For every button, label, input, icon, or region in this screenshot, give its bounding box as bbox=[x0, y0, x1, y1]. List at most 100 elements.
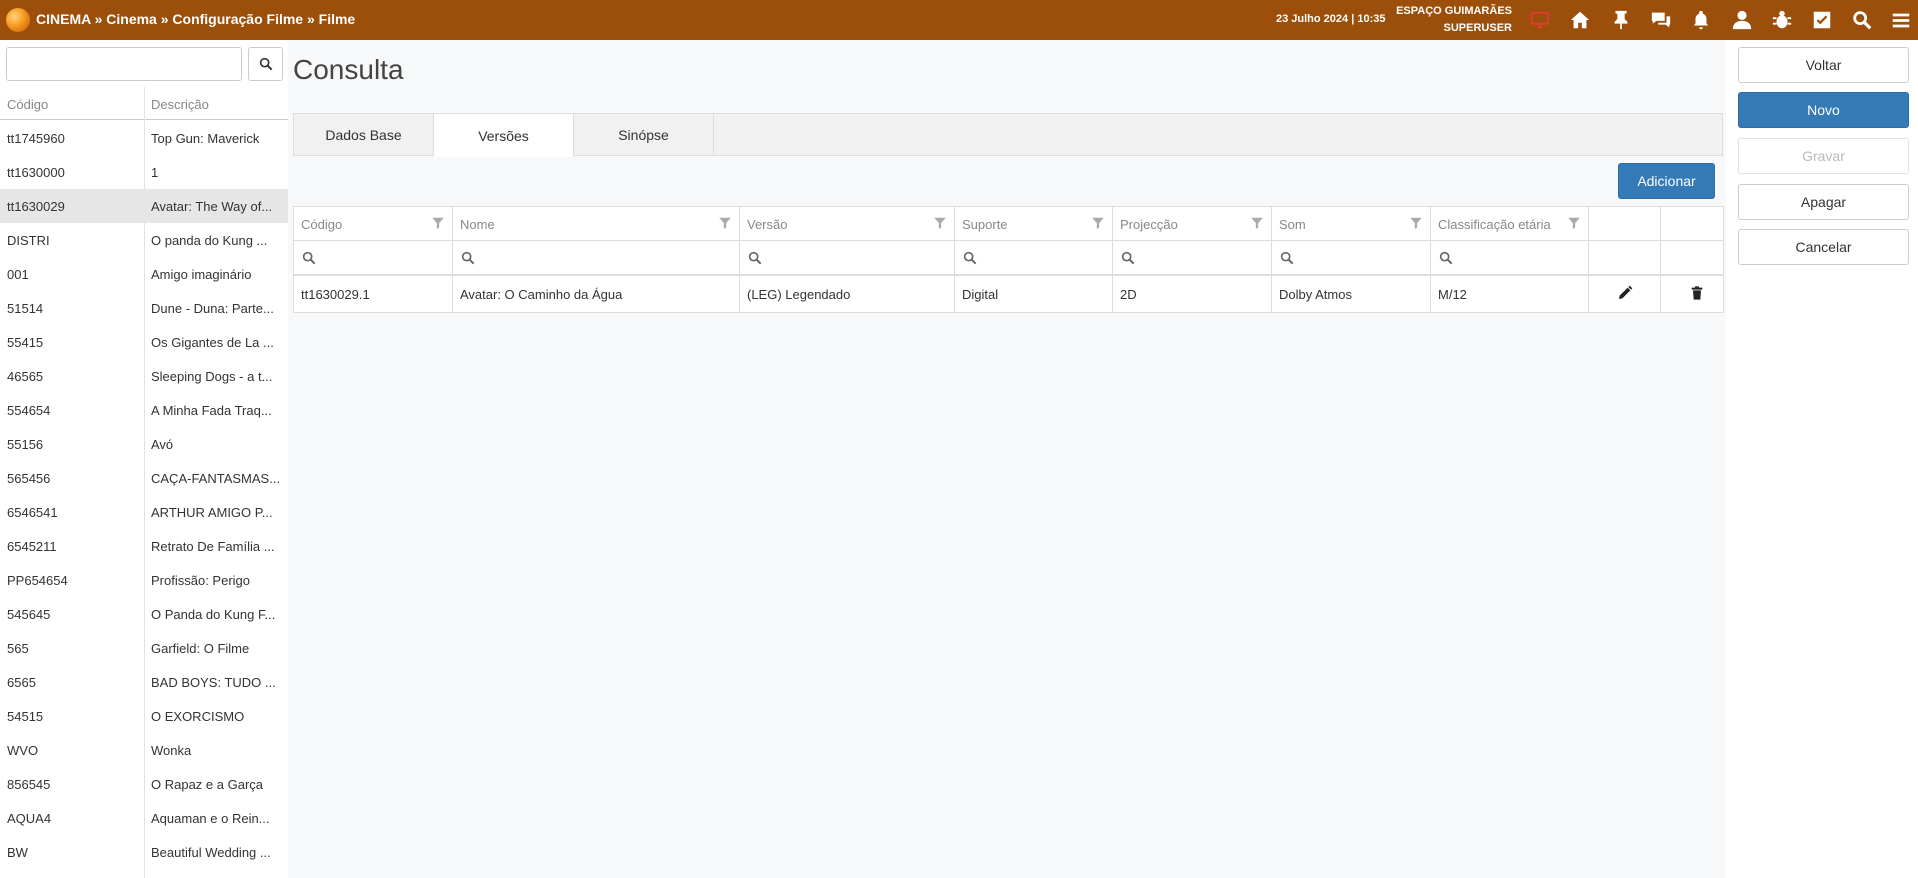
bell-icon[interactable] bbox=[1688, 7, 1714, 33]
list-item-description: Aquaman e o Rein... bbox=[151, 811, 270, 826]
filter-cell-som[interactable] bbox=[1272, 241, 1431, 274]
novo-button[interactable]: Novo bbox=[1738, 92, 1909, 128]
filter-icon[interactable] bbox=[933, 216, 947, 230]
list-item[interactable]: 54515 O EXORCISMO bbox=[0, 699, 288, 733]
monitor-icon[interactable] bbox=[1527, 7, 1553, 33]
user-icon[interactable] bbox=[1729, 7, 1755, 33]
home-icon[interactable] bbox=[1567, 7, 1593, 33]
table-cell-value: Dolby Atmos bbox=[1279, 287, 1352, 302]
list-item[interactable]: AQUA4 Aquaman e o Rein... bbox=[0, 801, 288, 835]
list-item-code: DISTRI bbox=[7, 233, 50, 248]
tab-dados-base[interactable]: Dados Base bbox=[294, 114, 434, 156]
list-item[interactable]: 565 Garfield: O Filme bbox=[0, 631, 288, 665]
list-item[interactable]: PP654654 Profissão: Perigo bbox=[0, 563, 288, 597]
list-item[interactable]: 001 Amigo imaginário bbox=[0, 257, 288, 291]
table-cell-value: M/12 bbox=[1438, 287, 1467, 302]
table-cell-value: Digital bbox=[962, 287, 999, 302]
apagar-button[interactable]: Apagar bbox=[1738, 184, 1909, 220]
delete-cell bbox=[1661, 276, 1733, 312]
tab-versoes[interactable]: Versões bbox=[434, 114, 574, 157]
list-item[interactable]: tt1630000 1 bbox=[0, 155, 288, 189]
table-cell-value: tt1630029.1 bbox=[301, 287, 370, 302]
list-item[interactable]: 51514 Dune - Duna: Parte... bbox=[0, 291, 288, 325]
column-header-som[interactable]: Som bbox=[1272, 207, 1431, 240]
list-item-code: 54515 bbox=[7, 709, 44, 724]
column-header-label: Projecção bbox=[1120, 217, 1178, 232]
trash-icon[interactable] bbox=[1689, 285, 1705, 301]
list-item[interactable]: 554654 A Minha Fada Traq... bbox=[0, 393, 288, 427]
page-title: Consulta bbox=[293, 54, 404, 85]
list-item[interactable]: 6546541 ARTHUR AMIGO P... bbox=[0, 495, 288, 529]
column-header-versao[interactable]: Versão bbox=[740, 207, 955, 240]
column-header-projeccao[interactable]: Projecção bbox=[1113, 207, 1272, 240]
film-list: tt1745960 Top Gun: Maverick tt1630000 1 tt16… bbox=[0, 121, 288, 869]
table-cell-value: (LEG) Legendado bbox=[747, 287, 851, 302]
list-item[interactable]: 856545 O Rapaz e a Garça bbox=[0, 767, 288, 801]
list-item[interactable]: 55156 Avó bbox=[0, 427, 288, 461]
app-logo-icon[interactable] bbox=[6, 8, 30, 32]
list-item-description: Beautiful Wedding ... bbox=[151, 845, 271, 860]
user-info[interactable]: ESPAÇO GUIMARÃES SUPERUSER bbox=[1380, 3, 1512, 37]
column-header-code[interactable]: Código bbox=[7, 97, 48, 112]
filter-icon[interactable] bbox=[1409, 216, 1423, 230]
filter-icon[interactable] bbox=[1567, 216, 1581, 230]
checkbox-icon[interactable] bbox=[1809, 7, 1835, 33]
column-header-nome[interactable]: Nome bbox=[453, 207, 740, 240]
cancelar-button[interactable]: Cancelar bbox=[1738, 229, 1909, 265]
datetime: 23 Julho 2024 | 10:35 bbox=[1276, 13, 1386, 25]
search-icon bbox=[1438, 250, 1454, 266]
list-search-input[interactable] bbox=[6, 47, 242, 81]
list-item-code: 554654 bbox=[7, 403, 51, 418]
list-item[interactable]: 545645 O Panda do Kung F... bbox=[0, 597, 288, 631]
list-item[interactable]: DISTRI O panda do Kung ... bbox=[0, 223, 288, 257]
list-item[interactable]: 565456 CAÇA-FANTASMAS... bbox=[0, 461, 288, 495]
filter-icon[interactable] bbox=[718, 216, 732, 230]
column-header-classificacao-etaria[interactable]: Classificação etária bbox=[1431, 207, 1589, 240]
column-header-label: Código bbox=[301, 217, 343, 232]
filter-cell-action bbox=[1661, 241, 1733, 274]
add-version-button[interactable]: Adicionar bbox=[1618, 163, 1715, 199]
filter-cell-suporte[interactable] bbox=[955, 241, 1113, 274]
column-header-action bbox=[1589, 207, 1661, 240]
column-header-codigo[interactable]: Código bbox=[294, 207, 453, 240]
filter-icon[interactable] bbox=[1091, 216, 1105, 230]
list-item-description: O panda do Kung ... bbox=[151, 233, 268, 248]
list-item[interactable]: 55415 Os Gigantes de La ... bbox=[0, 325, 288, 359]
menu-icon[interactable] bbox=[1888, 7, 1914, 33]
breadcrumb[interactable]: CINEMA » Cinema » Configuração Filme » F… bbox=[36, 11, 355, 27]
list-item[interactable]: 6565 BAD BOYS: TUDO ... bbox=[0, 665, 288, 699]
table-row[interactable]: tt1630029.1 Avatar: O Caminho da Água (LEG… bbox=[294, 276, 1723, 312]
voltar-button[interactable]: Voltar bbox=[1738, 47, 1909, 83]
list-item[interactable]: WVO Wonka bbox=[0, 733, 288, 767]
list-item[interactable]: tt1745960 Top Gun: Maverick bbox=[0, 121, 288, 155]
top-bar: CINEMA » Cinema » Configuração Filme » F… bbox=[0, 0, 1918, 40]
filter-icon[interactable] bbox=[431, 216, 445, 230]
search-icon bbox=[301, 250, 317, 266]
tab-sinopse[interactable]: Sinópse bbox=[574, 114, 714, 156]
pin-icon[interactable] bbox=[1608, 7, 1634, 33]
list-item[interactable]: 6545211 Retrato De Família ... bbox=[0, 529, 288, 563]
list-item-description: Sleeping Dogs - a t... bbox=[151, 369, 273, 384]
versions-table: Código Nome Versão Suporte Projecção Som Class… bbox=[293, 206, 1724, 313]
list-search-button[interactable] bbox=[248, 47, 283, 81]
column-header-suporte[interactable]: Suporte bbox=[955, 207, 1113, 240]
filter-cell-versao[interactable] bbox=[740, 241, 955, 274]
filter-icon[interactable] bbox=[1250, 216, 1264, 230]
search-icon[interactable] bbox=[1849, 7, 1875, 33]
table-cell-value: Avatar: O Caminho da Água bbox=[460, 287, 623, 302]
chat-icon[interactable] bbox=[1648, 7, 1674, 33]
bug-icon[interactable] bbox=[1769, 7, 1795, 33]
column-header-description[interactable]: Descrição bbox=[151, 97, 209, 112]
search-icon bbox=[1120, 250, 1136, 266]
filter-cell-nome[interactable] bbox=[453, 241, 740, 274]
edit-icon[interactable] bbox=[1617, 285, 1633, 301]
list-item-code: 565 bbox=[7, 641, 29, 656]
filter-cell-codigo[interactable] bbox=[294, 241, 453, 274]
filter-cell-projeccao[interactable] bbox=[1113, 241, 1272, 274]
column-header-label: Versão bbox=[747, 217, 788, 232]
list-item-code: 545645 bbox=[7, 607, 51, 622]
list-item[interactable]: tt1630029 Avatar: The Way of... bbox=[0, 189, 288, 223]
list-item[interactable]: 46565 Sleeping Dogs - a t... bbox=[0, 359, 288, 393]
list-item[interactable]: BW Beautiful Wedding ... bbox=[0, 835, 288, 869]
filter-cell-classificacao-etaria[interactable] bbox=[1431, 241, 1589, 274]
